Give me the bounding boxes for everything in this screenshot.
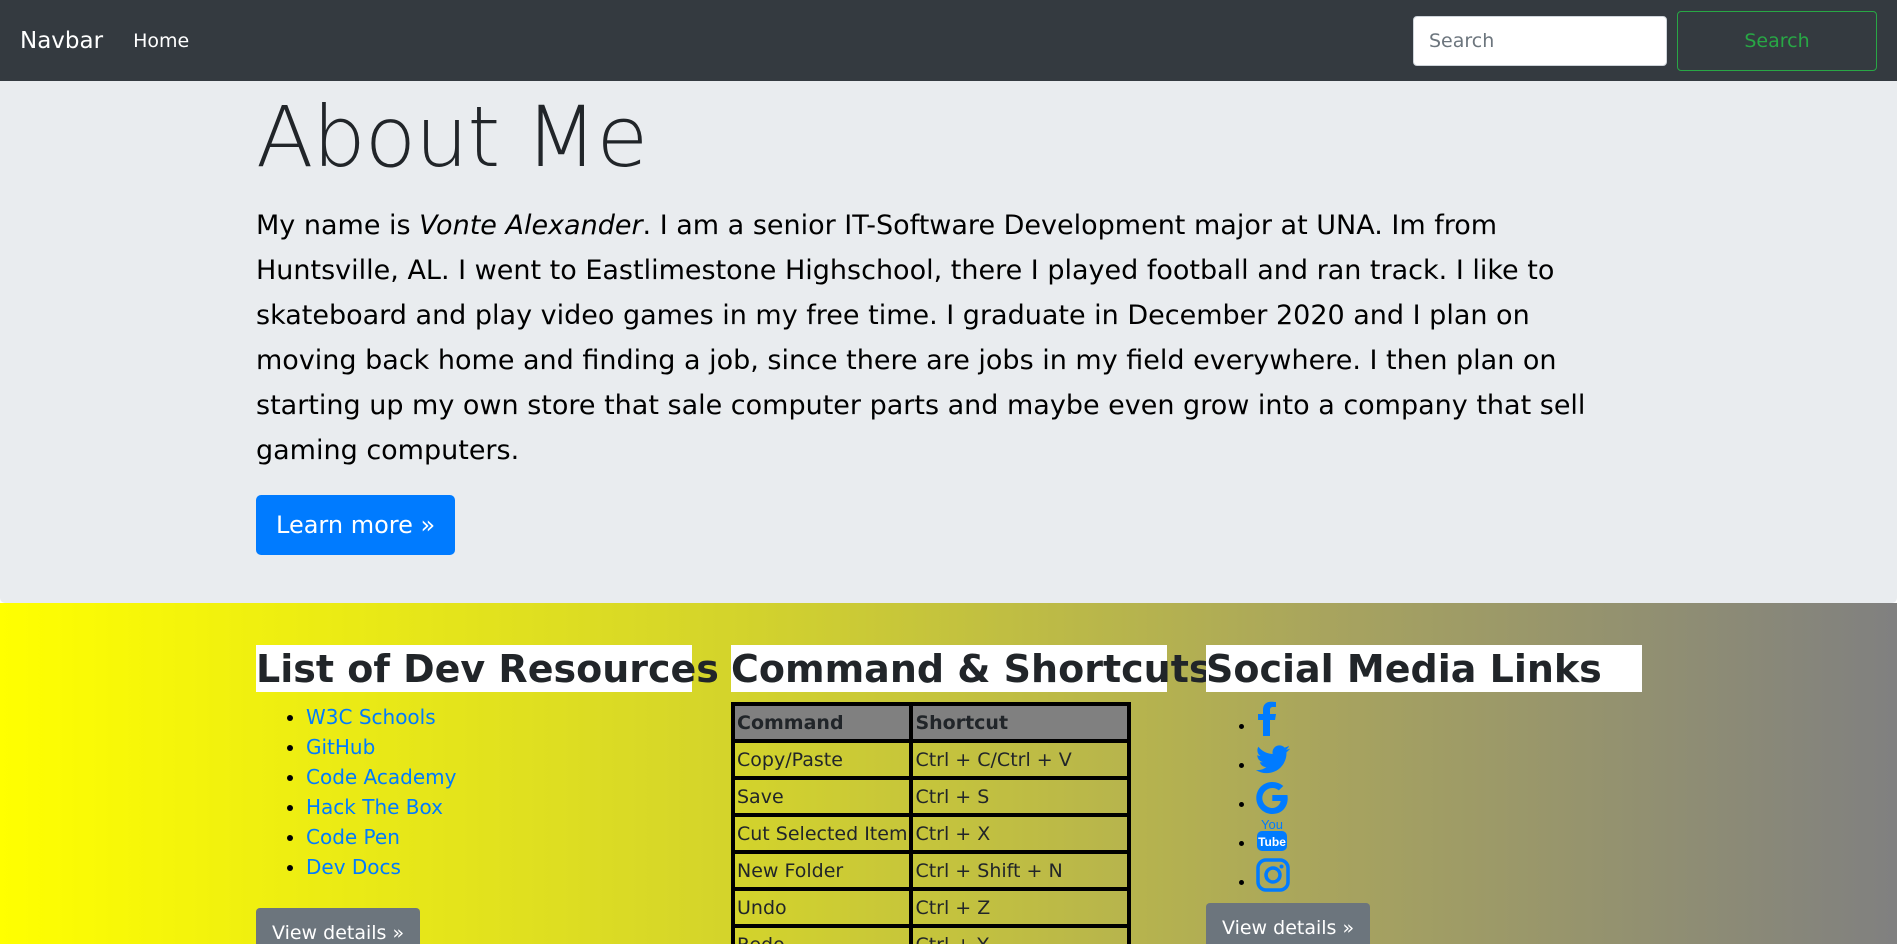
table-cell-shortcut: Ctrl + C/Ctrl + V	[909, 739, 1132, 780]
about-jumbotron: About Me My name is Vonte Alexander. I a…	[0, 81, 1897, 603]
search-input[interactable]	[1413, 15, 1667, 66]
google-icon[interactable]	[1256, 778, 1288, 814]
list-item	[1256, 778, 1642, 817]
table-header-shortcut: Shortcut	[909, 702, 1132, 743]
about-name: Vonte Alexander	[419, 210, 643, 242]
table-row: Copy/Paste Ctrl + C/Ctrl + V	[730, 739, 1132, 780]
navbar: Navbar Home Search	[0, 0, 1897, 81]
resources-column: List of Dev Resources W3C Schools GitHub…	[256, 645, 719, 944]
resource-link-w3c-schools[interactable]: W3C Schools	[306, 705, 436, 729]
list-item	[1256, 700, 1642, 739]
resources-list: W3C Schools GitHub Code Academy Hack The…	[256, 702, 692, 882]
navbar-brand[interactable]: Navbar	[20, 28, 103, 54]
about-lead-suffix: . I am a senior IT-Software Development …	[256, 210, 1586, 467]
resource-link-code-pen[interactable]: Code Pen	[306, 825, 400, 849]
resources-view-details-button[interactable]: View details »	[256, 908, 421, 944]
table-cell-command: New Folder	[730, 850, 914, 891]
commands-column: Command & Shortcuts Command Shortcut Cop…	[730, 645, 1212, 944]
table-cell-command: Copy/Paste	[730, 739, 914, 780]
list-item: Hack The Box	[306, 792, 692, 822]
about-title: About Me	[256, 88, 648, 186]
commands-heading: Command & Shortcuts	[731, 645, 1212, 692]
table-cell-shortcut: Ctrl + Y	[909, 924, 1132, 944]
list-item	[1256, 856, 1642, 895]
social-view-details-button[interactable]: View details »	[1206, 903, 1371, 944]
list-item: Dev Docs	[306, 852, 692, 882]
youtube-icon[interactable]: You Tube	[1256, 817, 1288, 853]
list-item	[1256, 739, 1642, 778]
table-header-row: Command Shortcut	[730, 702, 1132, 743]
social-heading: Social Media Links	[1206, 645, 1642, 692]
about-container: About Me My name is Vonte Alexander. I a…	[256, 88, 1626, 556]
resource-link-dev-docs[interactable]: Dev Docs	[306, 855, 401, 879]
resource-link-code-academy[interactable]: Code Academy	[306, 765, 456, 789]
shortcuts-table: Command Shortcut Copy/Paste Ctrl + C/Ctr…	[730, 702, 1132, 944]
table-cell-command: Redo	[730, 924, 914, 944]
table-cell-command: Save	[730, 776, 914, 817]
social-column: Social Media Links YouTube V	[1206, 645, 1642, 944]
table-row: New Folder Ctrl + Shift + N	[730, 850, 1132, 891]
list-item: You Tube	[1256, 817, 1642, 856]
table-row: Save Ctrl + S	[730, 776, 1132, 817]
twitter-icon[interactable]	[1256, 739, 1290, 775]
navbar-search-form: Search	[1413, 10, 1877, 71]
about-description: My name is Vonte Alexander. I am a senio…	[256, 203, 1626, 473]
list-item: GitHub	[306, 732, 692, 762]
facebook-icon[interactable]	[1256, 700, 1278, 736]
table-row: Redo Ctrl + Y	[730, 924, 1132, 944]
table-header-command: Command	[730, 702, 914, 743]
list-item: Code Academy	[306, 762, 692, 792]
resources-heading: List of Dev Resources	[256, 645, 719, 692]
resource-link-github[interactable]: GitHub	[306, 735, 375, 759]
table-cell-shortcut: Ctrl + Shift + N	[909, 850, 1132, 891]
table-cell-command: Undo	[730, 887, 914, 928]
svg-text:You: You	[1261, 817, 1283, 832]
table-row: Cut Selected Item Ctrl + X	[730, 813, 1132, 854]
instagram-icon[interactable]	[1256, 856, 1290, 892]
nav-link-home[interactable]: Home	[133, 30, 189, 52]
table-cell-shortcut: Ctrl + S	[909, 776, 1132, 817]
table-cell-shortcut: Ctrl + Z	[909, 887, 1132, 928]
list-item: W3C Schools	[306, 702, 692, 732]
resource-link-hack-the-box[interactable]: Hack The Box	[306, 795, 443, 819]
table-cell-shortcut: Ctrl + X	[909, 813, 1132, 854]
about-lead-prefix: My name is	[256, 210, 420, 242]
table-row: Undo Ctrl + Z	[730, 887, 1132, 928]
social-list: You Tube	[1206, 700, 1642, 895]
svg-text:Tube: Tube	[1258, 835, 1286, 849]
learn-more-button[interactable]: Learn more »	[256, 495, 456, 556]
search-button[interactable]: Search	[1677, 10, 1877, 71]
table-cell-command: Cut Selected Item	[730, 813, 914, 854]
list-item: Code Pen	[306, 822, 692, 852]
